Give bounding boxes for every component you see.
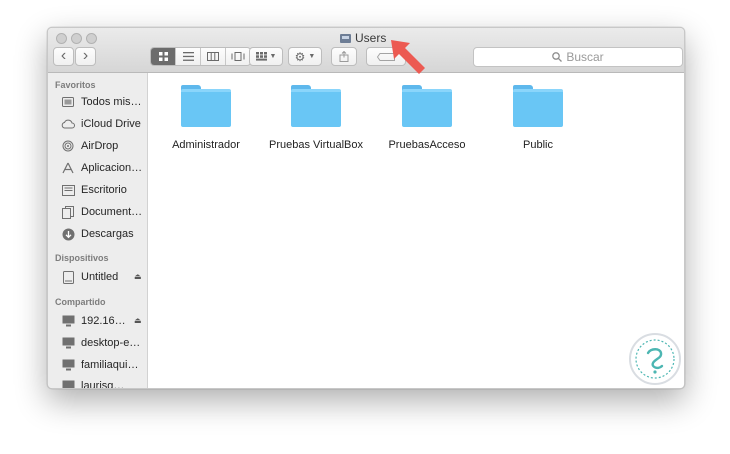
sidebar-section-dispositivos: Dispositivos [55, 253, 109, 263]
search-icon [552, 52, 563, 62]
sidebar-item-untitled[interactable]: Untitled [61, 268, 145, 286]
minimize-window-button[interactable] [71, 33, 82, 44]
folder-name: Pruebas VirtualBox [269, 139, 363, 151]
sidebar-item-shared-2[interactable]: desktop-e… [61, 334, 145, 352]
sidebar-item-downloads[interactable]: Descargas [61, 225, 145, 243]
grid-icon [158, 52, 168, 61]
annotation-arrow-icon [391, 40, 425, 74]
eject-icon[interactable]: ⏏ [134, 316, 142, 325]
sidebar-item-shared-4[interactable]: laurisg… [61, 377, 145, 388]
cloud-icon [61, 117, 75, 131]
zoom-window-button[interactable] [86, 33, 97, 44]
columns-icon [207, 52, 219, 61]
downloads-icon [61, 227, 75, 241]
disk-icon [340, 33, 351, 43]
watermark-logo [629, 333, 681, 385]
cover-flow-icon [231, 52, 245, 61]
sidebar-section-compartido: Compartido [55, 297, 106, 307]
sidebar-item-applications[interactable]: Aplicacion… [61, 159, 145, 177]
sidebar-item-airdrop[interactable]: AirDrop [61, 137, 145, 155]
column-view-button[interactable] [201, 48, 226, 65]
arrange-button[interactable]: ▼ [249, 47, 283, 66]
sidebar-section-favoritos: Favoritos [55, 80, 96, 90]
arrange-grid-icon [255, 52, 267, 61]
eject-icon[interactable]: ⏏ [134, 272, 142, 281]
disk-icon [61, 270, 75, 284]
file-browser-content: Administrador Pruebas VirtualBox Pruebas… [148, 73, 684, 388]
folder-name: Public [523, 139, 553, 151]
share-button[interactable] [331, 47, 357, 66]
list-icon [182, 52, 194, 61]
search-placeholder: Buscar [566, 50, 604, 64]
sidebar: Favoritos Todos mis… iCloud Drive AirDro… [48, 73, 148, 388]
sidebar-item-documents[interactable]: Document… [61, 203, 145, 221]
sidebar-item-all-files[interactable]: Todos mis… [61, 93, 145, 111]
folder-item[interactable]: PruebasAcceso [377, 85, 477, 151]
sidebar-item-icloud-drive[interactable]: iCloud Drive [61, 115, 145, 133]
icon-view-button[interactable] [151, 48, 176, 65]
search-field[interactable]: Buscar [473, 47, 683, 67]
folder-item[interactable]: Public [488, 85, 588, 151]
all-files-icon [61, 95, 75, 109]
airdrop-icon [61, 139, 75, 153]
window-title: Users [340, 31, 386, 45]
logo-icon [635, 339, 675, 379]
view-mode-segmented-control [150, 47, 251, 66]
chevron-down-icon: ▼ [269, 53, 277, 60]
chevron-down-icon: ▼ [308, 53, 316, 60]
action-button[interactable]: ⚙ ▼ [288, 47, 322, 66]
window-title-text: Users [355, 31, 387, 45]
folder-item[interactable]: Administrador [156, 85, 256, 151]
folder-name: PruebasAcceso [388, 139, 466, 151]
back-button[interactable]: ‹ [53, 47, 74, 66]
close-window-button[interactable] [56, 33, 67, 44]
folder-icon [181, 85, 231, 127]
desktop-icon [61, 183, 75, 197]
documents-icon [61, 205, 75, 219]
computer-icon [61, 379, 75, 388]
cover-flow-view-button[interactable] [226, 48, 250, 65]
folder-name: Administrador [172, 139, 240, 151]
computer-icon [61, 358, 75, 372]
sidebar-item-shared-3[interactable]: familiaqui… [61, 356, 145, 374]
share-icon [339, 51, 349, 62]
folder-item[interactable]: Pruebas VirtualBox [266, 85, 366, 151]
folder-icon [402, 85, 452, 127]
computer-icon [61, 336, 75, 350]
title-bar: Users ‹ › ▼ ⚙ ▼ Buscar [48, 28, 684, 73]
sidebar-item-shared-1[interactable]: 192.16… [61, 312, 145, 330]
gear-icon: ⚙ [294, 49, 306, 64]
folder-icon [291, 85, 341, 127]
computer-icon [61, 314, 75, 328]
folder-icon [513, 85, 563, 127]
forward-button[interactable]: › [75, 47, 96, 66]
sidebar-item-desktop[interactable]: Escritorio [61, 181, 145, 199]
applications-icon [61, 161, 75, 175]
list-view-button[interactable] [176, 48, 201, 65]
finder-window: Users ‹ › ▼ ⚙ ▼ Buscar Favoritos Todos m… [47, 27, 685, 389]
